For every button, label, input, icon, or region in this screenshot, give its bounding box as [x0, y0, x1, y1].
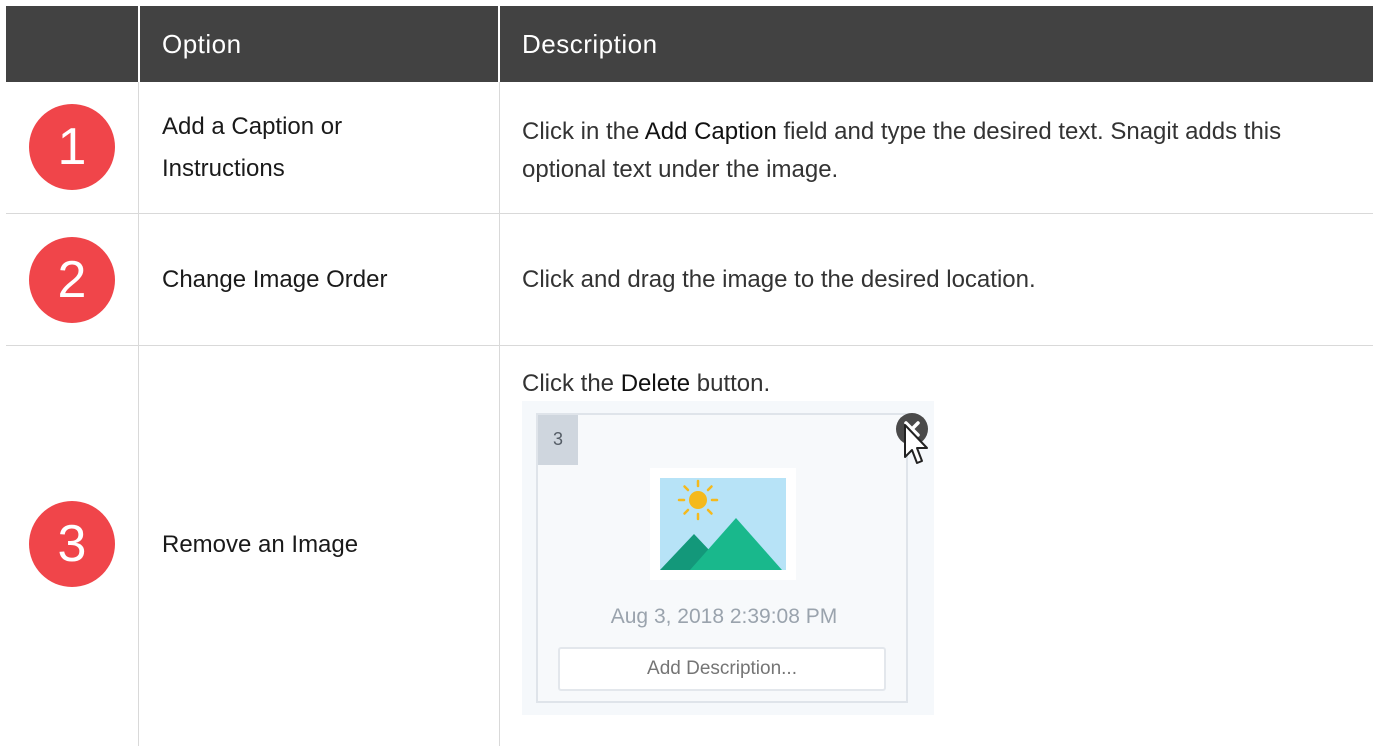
- sun-icon: [677, 479, 719, 521]
- image-placeholder: [650, 468, 796, 580]
- column-divider: [499, 82, 500, 213]
- header-description: Description: [522, 29, 658, 59]
- table-header: Option Description: [6, 6, 1373, 82]
- option-label-line: Add a Caption or: [162, 113, 343, 140]
- step-badge: 2: [29, 237, 115, 323]
- option-label-line: Instructions: [162, 155, 285, 182]
- option-label: Change Image Order: [162, 266, 388, 293]
- step-badge: 1: [29, 104, 115, 190]
- option-description: Click the Delete button.: [522, 365, 1342, 403]
- image-number: 3: [538, 415, 578, 465]
- header-divider: [498, 6, 500, 82]
- table-row: 2 Change Image Order Click and drag the …: [6, 214, 1373, 346]
- column-divider: [499, 214, 500, 345]
- option-description: Click and drag the image to the desired …: [522, 266, 1036, 293]
- description-text: Click in the: [522, 118, 645, 145]
- header-divider: [138, 6, 140, 82]
- column-divider: [138, 82, 139, 213]
- add-description-input[interactable]: [558, 647, 886, 691]
- description-text: button.: [690, 370, 771, 397]
- image-card[interactable]: 3 Aug 3, 2018 2:39:08 PM Add Description…: [536, 413, 908, 703]
- header-option: Option: [162, 29, 242, 59]
- table-row: 3 Remove an Image Click the Delete butto…: [6, 346, 1373, 746]
- image-thumbnail-screenshot: 3 Aug 3, 2018 2:39:08 PM Add Description…: [522, 401, 934, 715]
- column-divider: [138, 346, 139, 746]
- option-label: Remove an Image: [162, 531, 359, 558]
- image-placeholder-graphic: [660, 478, 786, 570]
- step-badge: 3: [29, 501, 115, 587]
- option-label: Add a Caption or Instructions: [162, 106, 342, 190]
- image-date: Aug 3, 2018 2:39:08 PM: [610, 605, 838, 628]
- description-bold-text: Add Caption: [644, 118, 777, 145]
- pointer-cursor-icon: [902, 423, 934, 471]
- description-bold-text: Delete: [620, 370, 691, 397]
- table-row: 1 Add a Caption or Instructions Click in…: [6, 82, 1373, 214]
- description-text: Click the: [522, 370, 621, 397]
- column-divider: [499, 346, 500, 746]
- option-description: Click in the Add Caption field and type …: [522, 113, 1342, 189]
- column-divider: [138, 214, 139, 345]
